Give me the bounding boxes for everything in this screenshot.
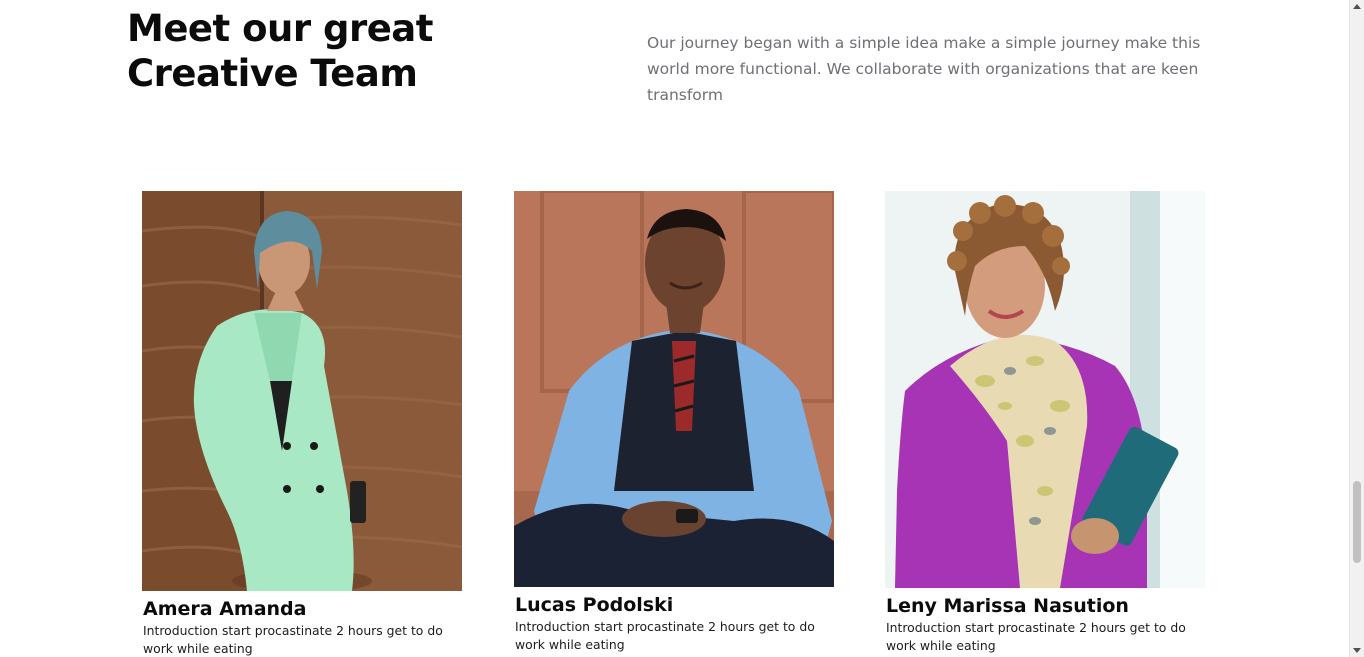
team-photo[interactable] <box>514 191 834 587</box>
scroll-up-arrow-icon[interactable] <box>1353 4 1361 9</box>
member-name: Leny Marissa Nasution <box>886 595 1129 617</box>
scroll-down-arrow-icon[interactable] <box>1353 648 1361 653</box>
member-name: Lucas Podolski <box>515 594 674 616</box>
team-photo[interactable] <box>885 191 1205 588</box>
member-bio: Introduction start procastinate 2 hours … <box>515 619 815 652</box>
team-card-leny[interactable]: Leny Marissa Nasution Introduction start… <box>885 191 1205 655</box>
section-intro: Our journey began with a simple idea mak… <box>647 34 1201 104</box>
portrait-man-vest-icon <box>514 191 834 587</box>
scrollbar-thumb[interactable] <box>1353 481 1361 563</box>
portrait-woman-mint-suit-icon <box>142 191 462 591</box>
member-bio: Introduction start procastinate 2 hours … <box>886 620 1186 653</box>
team-card-amera[interactable]: Amera Amanda Introduction start procasti… <box>142 191 462 657</box>
section-heading: Meet our great Creative Team <box>127 7 433 95</box>
member-name: Amera Amanda <box>143 598 307 620</box>
portrait-woman-purple-scarf-icon <box>885 191 1205 588</box>
member-bio: Introduction start procastinate 2 hours … <box>143 623 443 656</box>
team-photo[interactable] <box>142 191 462 591</box>
team-section: Meet our great Creative Team Our journey… <box>0 0 1364 657</box>
team-card-lucas[interactable]: Lucas Podolski Introduction start procas… <box>514 191 834 654</box>
vertical-scrollbar[interactable] <box>1349 0 1364 657</box>
